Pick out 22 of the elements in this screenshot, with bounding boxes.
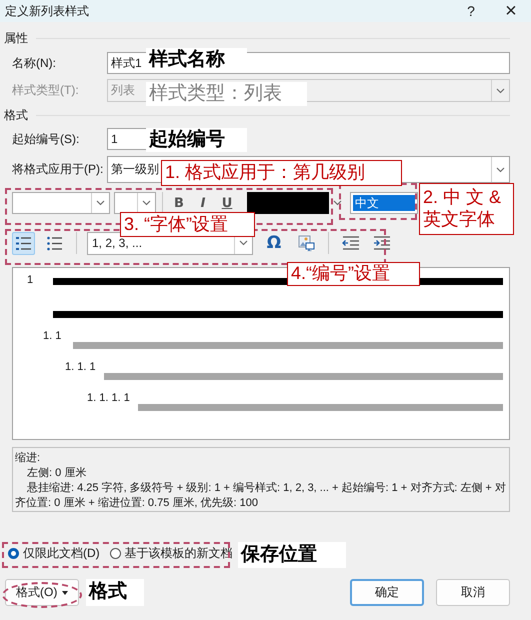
description-text: 左侧: 0 厘米 — [26, 466, 88, 481]
window-title: 定义新列表样式 — [5, 2, 90, 20]
field-label: 名称(N): — [12, 54, 57, 72]
callout-tooltip: 格式 — [86, 579, 144, 606]
level-number: 1. 1. 1. 1 — [87, 392, 130, 404]
field-label: 将格式应用于(P): — [12, 161, 104, 178]
callout-tooltip: 起始编号 — [146, 128, 247, 152]
field-label: 样式类型(T): — [12, 82, 80, 99]
callout-tooltip: 4.“编号”设置 — [287, 262, 420, 286]
description-heading: 缩进: — [15, 451, 42, 466]
field-label: 起始编号(S): — [12, 130, 80, 148]
callout-tooltip: 保存位置 — [238, 542, 346, 568]
callout-tooltip: 1. 格式应用于：第几级别 — [161, 160, 402, 186]
section-heading: 格式 — [4, 106, 28, 124]
description-text: 悬挂缩进: 4.25 字符, 多级符号 + 级别: 1 + 编号样式: 1, 2, 3, ... + 起始编号: 1 + 对齐方式: 左侧 + 对齐位置: 0 厘米 + 缩进位置: 0.75 厘米, 优先级: 100 — [15, 481, 507, 511]
level-number: 1. 1 — [43, 330, 62, 342]
level-number: 1. 1. 1 — [65, 361, 96, 373]
section-heading: 属性 — [4, 30, 28, 46]
callout-tooltip: 样式类型：列表 — [146, 82, 307, 106]
callout-tooltip: 3. “字体”设置 — [120, 212, 255, 237]
callout-tooltip: 2. 中 文 & 英文字体 — [419, 183, 514, 235]
level-number: 1 — [27, 274, 34, 286]
